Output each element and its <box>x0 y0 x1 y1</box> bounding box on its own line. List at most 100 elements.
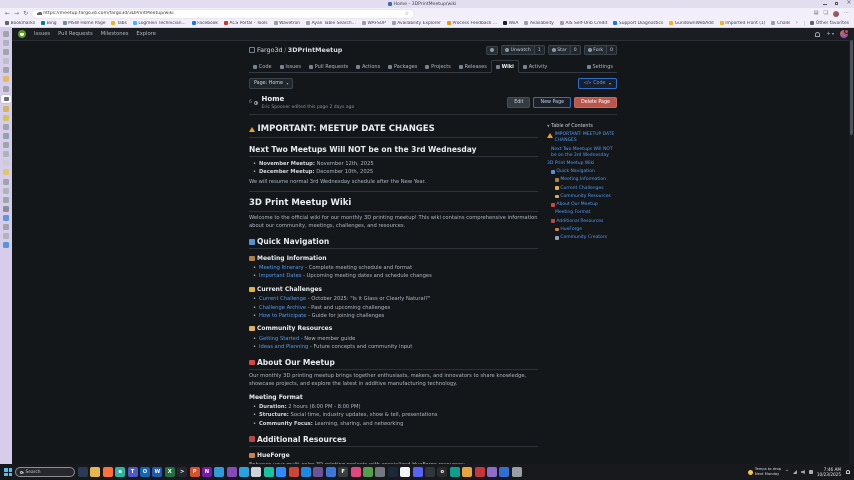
wiki-link-meeting-itinerary[interactable]: Meeting Itinerary <box>259 265 304 271</box>
tab-pull-requests[interactable]: Pull Requests <box>305 61 352 72</box>
vertical-tab-icon[interactable] <box>3 86 9 92</box>
tab-settings[interactable]: Settings <box>583 61 617 72</box>
toc-item-important-meetup-date-changes[interactable]: IMPORTANT: MEETUP DATE CHANGES <box>547 132 617 144</box>
vertical-tab-icon[interactable] <box>3 188 9 194</box>
create-new-button[interactable]: + <box>826 31 834 37</box>
toc-item-meeting-format[interactable]: Meeting Format <box>547 210 617 216</box>
weather-widget[interactable]: Temps to drop Next Monday <box>748 467 781 476</box>
bookmark-ayan-table-search[interactable]: Ayan Table Search... <box>306 21 356 26</box>
bookmark-support-diagnostics[interactable]: Support Diagnostics <box>613 21 663 26</box>
vertical-tab-icon[interactable] <box>3 49 9 55</box>
bookmark-facebook[interactable]: Facebook <box>192 21 218 26</box>
blue-square-app-icon[interactable] <box>499 467 509 477</box>
discord-icon[interactable] <box>413 467 423 477</box>
red-app-icon[interactable] <box>289 467 299 477</box>
rss-feed-button[interactable] <box>486 46 498 55</box>
files-app-icon[interactable]: F <box>338 467 348 477</box>
pink-app-icon[interactable] <box>351 467 361 477</box>
toc-header[interactable]: Table of Contents <box>547 124 617 129</box>
bookmark-tabs[interactable]: Tabs <box>111 21 126 26</box>
gitea-logo-icon[interactable] <box>18 30 26 38</box>
paper-plane-icon[interactable] <box>239 467 249 477</box>
mint-app-icon[interactable] <box>264 467 274 477</box>
teal-app-icon[interactable] <box>450 467 460 477</box>
toc-item-about-our-meetup[interactable]: About Our Meetup <box>547 202 617 208</box>
chrome-icon[interactable] <box>400 467 410 477</box>
vertical-tab-icon[interactable] <box>3 58 9 64</box>
blue-app-icon[interactable] <box>326 467 336 477</box>
vertical-tab-icon[interactable] <box>3 67 9 73</box>
toc-item-hueforge[interactable]: HueForge <box>547 227 617 233</box>
notifications-bell-icon[interactable] <box>815 32 820 37</box>
vertical-tab-icon[interactable] <box>3 31 9 37</box>
toc-item-3d-print-meetup-wiki[interactable]: 3D Print Meetup Wiki <box>547 161 617 167</box>
battery-icon[interactable] <box>809 470 813 474</box>
wiki-link-ideas-and-planning[interactable]: Ideas and Planning <box>259 344 308 350</box>
bookmarks-overflow-chevron-icon[interactable]: › <box>796 20 798 26</box>
vertical-tab-icon[interactable] <box>3 115 9 121</box>
bookmark-bookmarks[interactable]: Bookmarks <box>5 21 35 26</box>
browser-menu-icon[interactable]: ⋯ <box>844 11 849 16</box>
edit-button[interactable]: Edit <box>507 97 530 108</box>
nav-link-milestones[interactable]: Milestones <box>101 31 129 37</box>
vertical-tab-icon[interactable] <box>3 76 9 82</box>
forward-icon[interactable]: → <box>14 11 19 17</box>
taskbar-clock[interactable]: 7:46 AM 10/23/2025 <box>817 467 841 478</box>
bookmark-availability[interactable]: Availability <box>524 21 554 26</box>
vertical-tab-icon[interactable] <box>3 197 9 203</box>
bookmark-process-feedback[interactable]: Process Feedback ... <box>447 21 497 26</box>
toc-item-community-resources[interactable]: Community Resources <box>547 194 617 200</box>
extensions-icon[interactable]: ❏ <box>824 11 828 16</box>
tab-wiki[interactable]: Wiki <box>491 60 519 73</box>
repo-owner-link[interactable]: Fargo3d <box>257 46 283 54</box>
wiki-revisions-link[interactable]: 6 <box>249 100 258 105</box>
wiki-link-how-to-participate[interactable]: How to Participate <box>259 313 307 319</box>
bookmark-ais-self-onb-credit[interactable]: AIS Self-Onb Credit <box>560 21 607 26</box>
notepad-icon[interactable] <box>251 467 261 477</box>
vscode-icon[interactable] <box>214 467 224 477</box>
scrollbar-thumb[interactable] <box>850 40 853 135</box>
tab-issues[interactable]: Issues <box>276 61 305 72</box>
obs-icon[interactable]: o <box>437 467 447 477</box>
unwatch-count[interactable]: 1 <box>534 46 544 54</box>
bookmark-logmein-technician[interactable]: Logmein Technician... <box>133 21 186 26</box>
zoom-icon[interactable] <box>276 467 286 477</box>
apple-app-icon[interactable] <box>475 467 485 477</box>
file-explorer-icon[interactable] <box>90 467 100 477</box>
outlook-icon[interactable]: O <box>140 467 150 477</box>
star-button[interactable]: Star0 <box>548 45 581 55</box>
star-count[interactable]: 0 <box>570 46 580 54</box>
tab-releases[interactable]: Releases <box>455 61 491 72</box>
user-avatar[interactable] <box>840 30 848 38</box>
wiki-code-button[interactable]: </> Code <box>578 78 617 89</box>
new-page-button[interactable]: New Page <box>533 97 571 108</box>
bookmark-acs-portal-tools[interactable]: ACS Portal - Tools <box>224 21 268 26</box>
vertical-tab-icon[interactable] <box>3 151 9 157</box>
steam-icon[interactable] <box>388 467 398 477</box>
toc-item-additional-resources[interactable]: Additional Resources <box>547 219 617 225</box>
settings-icon[interactable] <box>375 467 385 477</box>
onedrive-icon[interactable] <box>301 467 311 477</box>
firefox-icon[interactable] <box>103 467 113 477</box>
nav-link-issues[interactable]: Issues <box>34 31 50 37</box>
vertical-tab-icon[interactable] <box>3 106 9 112</box>
toc-item-current-challenges[interactable]: Current Challenges <box>547 186 617 192</box>
green-app-icon[interactable] <box>363 467 373 477</box>
other-favorites-button[interactable]: Other favorites <box>804 21 849 26</box>
start-button[interactable] <box>4 468 12 476</box>
vertical-tab-icon[interactable] <box>3 160 9 166</box>
browser-tab[interactable]: Home - 3DPrintMeetup/wiki <box>388 1 456 7</box>
powerpoint-icon[interactable]: P <box>190 467 200 477</box>
tab-code[interactable]: Code <box>249 61 276 72</box>
tray-chevron-up-icon[interactable]: ^ <box>785 470 789 475</box>
tab-packages[interactable]: Packages <box>384 61 421 72</box>
collections-icon[interactable]: ▤ <box>814 11 819 16</box>
tab-actions[interactable]: Actions <box>352 61 384 72</box>
bookmark-msw-home-page[interactable]: MSW Home Page <box>63 21 106 26</box>
network-icon[interactable] <box>793 470 797 474</box>
browser-profile-avatar[interactable] <box>833 11 839 17</box>
delete-page-button[interactable]: Delete Page <box>574 97 617 108</box>
vertical-tab-icon[interactable] <box>3 179 9 185</box>
back-icon[interactable]: ← <box>5 11 10 17</box>
bookmark-challenge-hardware[interactable]: Challenge - Hardware... <box>771 21 789 26</box>
